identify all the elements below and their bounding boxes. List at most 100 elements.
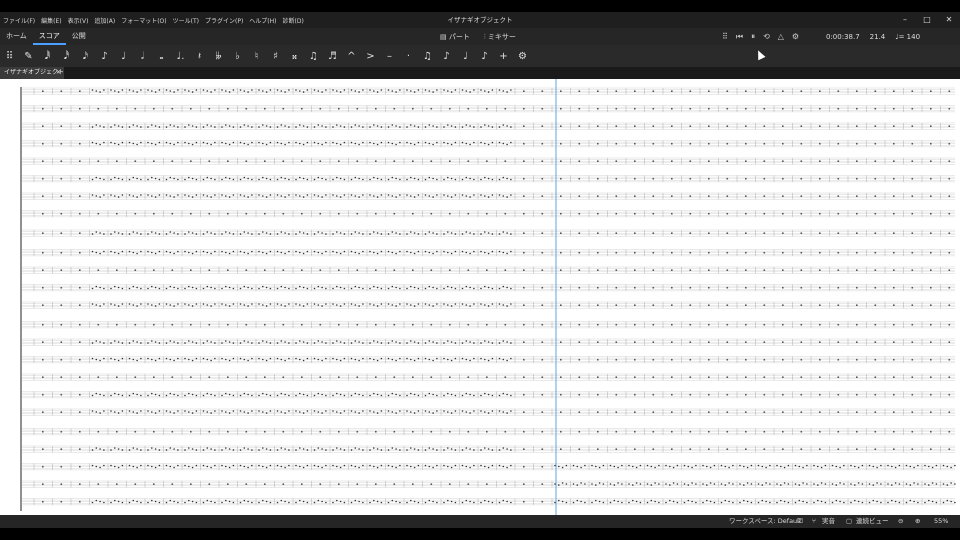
note-tool-23-icon[interactable]: ♪ [437, 51, 456, 62]
rest [634, 411, 636, 413]
note-head [321, 286, 323, 289]
note-head [110, 410, 112, 412]
note-head [336, 124, 338, 126]
note-tool-5-icon[interactable]: ♪ [95, 51, 114, 62]
score-canvas[interactable] [0, 79, 960, 515]
note-tool-4-icon[interactable]: 𝅘𝅥𝅯 [76, 51, 95, 62]
note-tool-26-icon[interactable]: + [494, 51, 513, 62]
note-head [140, 250, 142, 253]
maximize-button[interactable]: □ [916, 12, 938, 28]
note-head [228, 232, 231, 234]
note-head [276, 303, 279, 305]
play-icon[interactable]: ⏸ [751, 32, 755, 42]
note-head [269, 501, 272, 504]
note-head [140, 501, 142, 504]
close-button[interactable]: ✕ [938, 12, 960, 28]
rest [560, 341, 562, 343]
note-head [121, 141, 124, 144]
rest [208, 160, 211, 162]
metronome-icon[interactable]: △ [778, 32, 784, 41]
loop-icon[interactable]: ⟲ [763, 32, 770, 41]
rest [819, 142, 821, 145]
rest [208, 269, 211, 271]
note-head [436, 89, 438, 91]
note-tool-22-icon[interactable]: ♫ [418, 51, 437, 62]
menu-diagnostic[interactable]: 診断(D) [280, 16, 307, 25]
drag-handle-icon[interactable]: ⠿ [722, 32, 728, 41]
view-mode-selector[interactable]: 連続ビュー [856, 515, 889, 528]
note-tool-16-icon[interactable]: ♫ [304, 51, 323, 62]
menu-file[interactable]: ファイル(F) [0, 16, 38, 25]
note-tool-6-icon[interactable]: ♩ [114, 51, 133, 62]
document-tab[interactable]: イザナギオブジェクト ✕ [0, 67, 64, 79]
note-head [99, 412, 101, 414]
workspace-selector[interactable]: ワークスペース: Default [729, 515, 802, 528]
note-tool-20-icon[interactable]: – [380, 51, 399, 62]
note-head [321, 466, 323, 469]
note-tool-13-icon[interactable]: ♮ [247, 51, 266, 62]
zoom-level[interactable]: 55% [934, 515, 948, 528]
mixer-button[interactable]: ⫶ ミキサー [484, 32, 516, 42]
note-tool-3-icon[interactable]: 𝅘𝅥𝅰 [57, 51, 76, 62]
note-tool-7-icon[interactable]: 𝅗𝅥 [133, 51, 152, 62]
rest [319, 212, 322, 215]
note-head [247, 232, 249, 234]
note-head [391, 251, 394, 254]
note-tool-8-icon[interactable]: 𝅝 [152, 51, 171, 62]
rest [79, 107, 81, 110]
playback-settings-icon[interactable]: ⚙ [792, 32, 799, 41]
zoom-out-icon[interactable]: ⊖ [898, 515, 903, 528]
note-head [424, 410, 427, 412]
note-head [321, 232, 323, 234]
note-tool-10-icon[interactable]: 𝄽 [190, 51, 209, 62]
note-tool-21-icon[interactable]: · [399, 51, 418, 62]
note-head [295, 501, 297, 504]
menu-add[interactable]: 追加(A) [91, 16, 118, 25]
note-head [343, 250, 346, 253]
rest [282, 430, 285, 433]
note-tool-2-icon[interactable]: 𝅘𝅥𝅱 [38, 51, 57, 62]
menu-format[interactable]: フォーマット(O) [118, 16, 169, 25]
note-head [117, 305, 120, 307]
note-tool-18-icon[interactable]: ^ [342, 51, 361, 62]
note-tool-11-icon[interactable]: 𝄫 [209, 51, 228, 62]
note-tool-24-icon[interactable]: ♩ [456, 51, 475, 62]
rest [874, 232, 877, 234]
minimize-button[interactable]: – [894, 12, 916, 28]
note-head [151, 499, 153, 502]
menu-edit[interactable]: 編集(E) [38, 16, 64, 25]
menu-tools[interactable]: ツール(T) [170, 16, 202, 25]
note-tool-12-icon[interactable]: ♭ [228, 51, 247, 62]
tab-home[interactable]: ホーム [0, 28, 33, 45]
rewind-icon[interactable]: ⏮ [736, 32, 743, 42]
note-tool-1-icon[interactable]: ✎ [19, 51, 38, 62]
tab-publish[interactable]: 公開 [66, 28, 92, 45]
note-head [387, 250, 390, 253]
note-tool-9-icon[interactable]: ♩. [171, 51, 190, 62]
menu-view[interactable]: 表示(V) [65, 16, 92, 25]
note-head [136, 305, 138, 307]
note-head [276, 126, 279, 128]
parts-button[interactable]: ▤ パート [440, 32, 470, 42]
note-head [110, 357, 112, 360]
note-head [565, 501, 568, 504]
note-head [243, 304, 246, 306]
zoom-in-icon[interactable]: ⊕ [915, 515, 920, 528]
note-tool-17-icon[interactable]: ♬ [323, 51, 342, 62]
note-tool-27-icon[interactable]: ⚙ [513, 51, 532, 62]
note-head [362, 89, 364, 91]
note-tool-15-icon[interactable]: 𝄪 [285, 51, 304, 62]
rest [615, 232, 618, 234]
note-head [831, 501, 834, 504]
note-tool-14-icon[interactable]: ♯ [266, 51, 285, 62]
menu-help[interactable]: ヘルプ(H) [246, 16, 279, 25]
tab-score[interactable]: スコア [32, 28, 66, 45]
note-head [410, 176, 412, 179]
note-head [399, 233, 401, 235]
concert-pitch-toggle[interactable]: 実音 [822, 515, 835, 528]
note-tool-0-icon[interactable]: ⠿ [0, 51, 19, 62]
menu-plugins[interactable]: プラグイン(P) [202, 16, 246, 25]
note-tool-19-icon[interactable]: > [361, 51, 380, 62]
note-tool-25-icon[interactable]: ♪ [475, 51, 494, 62]
close-icon[interactable]: ✕ [56, 67, 61, 79]
